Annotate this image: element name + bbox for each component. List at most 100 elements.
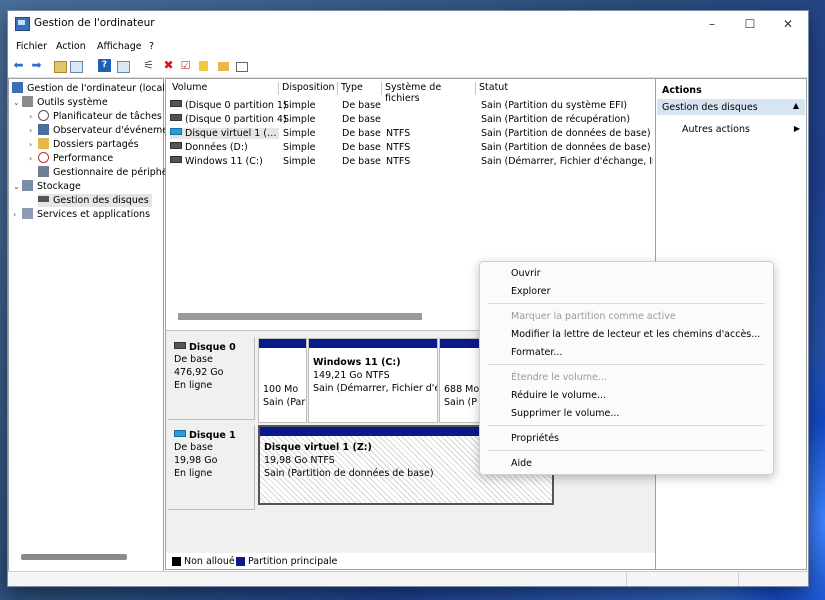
back-icon[interactable]: ⬅ [12,59,25,72]
column-header-statut[interactable]: Statut [476,82,656,95]
tree-item-observateur[interactable]: › Observateur d'événeme [29,124,168,137]
partition-disk0-recovery[interactable]: 688 Mo Sain (P [439,338,481,423]
collapse-icon[interactable]: ▲ [793,101,799,110]
cell-statut: Sain (Partition de données de base) [481,128,651,139]
virtual-drive-icon [170,128,182,135]
cell-statut: Sain (Démarrer, Fichier d'échange, Imag [481,156,653,167]
chevron-right-icon[interactable]: › [29,124,38,137]
properties-icon[interactable] [236,62,248,72]
computer-management-window: Gestion de l'ordinateur – ☐ ✕ Fichier Ac… [7,10,809,587]
partition-size: 19,98 Go NTFS [264,455,335,466]
tree-item-planificateur[interactable]: › Planificateur de tâches [29,110,162,123]
partition-status: Sain (P [444,397,477,408]
table-row[interactable]: Données (D:) Simple De base NTFS Sain (P… [166,142,656,155]
disk-name: Disque 0 [189,342,236,353]
checklist-icon[interactable]: ☑ [179,59,192,72]
tree-item-gestionnaire[interactable]: Gestionnaire de périphé [38,166,168,179]
context-menu: Ouvrir Explorer Marquer la partition com… [479,261,774,475]
autres-actions-item[interactable]: Autres actions [682,124,750,135]
minimize-button[interactable]: – [694,13,730,35]
partition-status: Sain (Partition de données de base) [264,468,434,479]
new-icon[interactable] [199,61,208,71]
disk-state: En ligne [174,468,213,479]
column-header-type[interactable]: Type [338,82,382,95]
chevron-right-icon[interactable]: › [13,208,22,221]
status-bar [8,571,808,586]
chevron-down-icon[interactable]: ⌄ [13,180,22,193]
show-hide-tree-icon[interactable] [70,61,83,73]
cell-volume: Données (D:) [185,142,248,153]
menu-separator [488,425,765,426]
list-horizontal-scrollbar[interactable] [178,313,422,320]
disk-1-info[interactable]: Disque 1 De base 19,98 Go En ligne [168,425,255,510]
cell-statut: Sain (Partition du système EFI) [481,100,628,111]
table-row[interactable]: Windows 11 (C:) Simple De base NTFS Sain… [166,156,656,169]
computer-management-icon [15,17,30,31]
drive-icon [170,100,182,107]
table-row[interactable]: (Disque 0 partition 4) Simple De base Sa… [166,114,656,127]
menu-ouvrir[interactable]: Ouvrir [511,268,541,279]
menu-affichage[interactable]: Affichage [97,41,142,52]
tools-icon [22,96,33,107]
connect-icon[interactable]: ⚟ [142,59,155,72]
menu-separator [488,450,765,451]
legend-primary-label: Partition principale [248,556,338,567]
services-icon [22,208,33,219]
primary-partition-bar [309,339,437,348]
forward-icon[interactable]: ➡ [30,59,43,72]
submenu-arrow-icon: ▶ [793,124,800,133]
menu-explorer[interactable]: Explorer [511,286,551,297]
column-header-volume[interactable]: Volume [169,82,279,95]
menu-reduire[interactable]: Réduire le volume... [511,390,606,401]
menu-etendre: Étendre le volume... [511,372,607,383]
menu-supprimer[interactable]: Supprimer le volume... [511,408,619,419]
partition-title: Disque virtuel 1 (Z:) [264,442,372,453]
table-row[interactable]: Disque virtuel 1 (… Simple De base NTFS … [166,128,656,141]
actions-section-gestion-disques[interactable]: Gestion des disques ▲ [657,99,805,115]
tree-label: Stockage [37,181,81,192]
disk-name: Disque 1 [189,430,236,441]
menu-action[interactable]: Action [56,41,86,52]
chevron-right-icon[interactable]: › [29,152,38,165]
disk-0-info[interactable]: Disque 0 De base 476,92 Go En ligne [168,337,255,420]
chevron-right-icon[interactable]: › [29,110,38,123]
up-icon[interactable] [54,61,67,73]
menu-modifier-lettre[interactable]: Modifier la lettre de lecteur et les che… [511,329,760,340]
tree-item-services[interactable]: › Services et applications [13,208,150,221]
help-icon[interactable]: ? [98,59,111,72]
clock-icon [38,110,49,121]
tree-item-root[interactable]: Gestion de l'ordinateur (local) [12,82,169,95]
partition-size: 688 Mo [444,384,480,395]
menu-formater[interactable]: Formater... [511,347,562,358]
tree-horizontal-scrollbar[interactable] [21,554,127,560]
menu-aide[interactable]: Aide [511,458,532,469]
tree-item-dossiers[interactable]: › Dossiers partagés [29,138,139,151]
tree-item-outils-systeme[interactable]: ⌄ Outils système [13,96,108,109]
column-header-disposition[interactable]: Disposition [279,82,338,95]
column-header-filesystem[interactable]: Système de fichiers [382,82,476,104]
delete-icon[interactable]: ✖ [162,59,175,72]
tree-item-stockage[interactable]: ⌄ Stockage [13,180,81,193]
menu-fichier[interactable]: Fichier [16,41,47,52]
partition-disk0-windows[interactable]: Windows 11 (C:) 149,21 Go NTFS Sain (Dém… [308,338,438,423]
menu-separator [488,303,765,304]
maximize-button[interactable]: ☐ [732,13,768,35]
title-bar: Gestion de l'ordinateur – ☐ ✕ [8,11,808,37]
cell-filesystem: NTFS [386,128,411,139]
close-button[interactable]: ✕ [770,13,806,35]
cell-volume: Windows 11 (C:) [185,156,263,167]
folder-icon[interactable] [218,62,229,71]
tree-item-gestion-disques[interactable]: Gestion des disques [38,194,152,207]
menu-proprietes[interactable]: Propriétés [511,433,559,444]
tree-item-performance[interactable]: › Performance [29,152,113,165]
menu-help[interactable]: ? [149,41,154,52]
menu-marquer-active: Marquer la partition comme active [511,311,676,322]
partition-disk0-efi[interactable]: 100 Mo Sain (Par [258,338,307,423]
chevron-right-icon[interactable]: › [29,138,38,151]
tree-label: Services et applications [37,209,151,220]
table-row[interactable]: (Disque 0 partition 1) Simple De base Sa… [166,100,656,113]
chevron-down-icon[interactable]: ⌄ [13,96,22,109]
show-hide-action-pane-icon[interactable] [117,61,130,73]
console-tree: Gestion de l'ordinateur (local) ⌄ Outils … [8,78,169,575]
performance-icon [38,152,49,163]
